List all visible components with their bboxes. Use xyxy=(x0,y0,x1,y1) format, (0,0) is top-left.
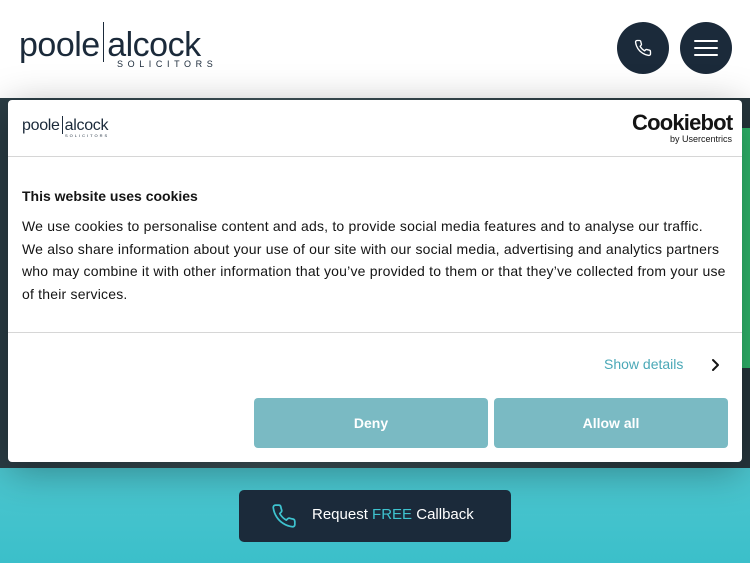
phone-icon xyxy=(634,39,652,57)
chevron-right-icon[interactable] xyxy=(708,358,722,372)
cookie-consent-dialog: poole alcock SOLICITORS Cookiebot by User… xyxy=(8,100,742,462)
free-highlight: FREE xyxy=(372,506,413,523)
request-callback-button[interactable]: Request FREE Callback xyxy=(239,490,511,542)
logo-subtitle: SOLICITORS xyxy=(117,59,218,69)
phone-icon xyxy=(272,504,296,528)
cookie-logo-subtitle: SOLICITORS xyxy=(65,133,110,138)
hamburger-icon xyxy=(694,35,718,61)
deny-button[interactable]: Deny xyxy=(254,398,488,448)
cookie-dialog-header: poole alcock SOLICITORS Cookiebot by User… xyxy=(8,100,742,157)
callback-label: Request FREE Callback xyxy=(312,506,474,523)
site-logo[interactable]: poole alcock SOLICITORS xyxy=(19,22,219,72)
cookiebot-wordmark: Cookiebot xyxy=(632,110,733,135)
menu-button[interactable] xyxy=(680,22,732,74)
cookiebot-logo[interactable]: Cookiebot by Usercentrics xyxy=(632,110,733,146)
call-button[interactable] xyxy=(617,22,669,74)
divider xyxy=(8,332,742,333)
allow-all-button[interactable]: Allow all xyxy=(494,398,728,448)
cookie-dialog-logo: poole alcock SOLICITORS xyxy=(22,116,122,140)
show-details-link[interactable]: Show details xyxy=(604,356,683,372)
cookie-dialog-title: This website uses cookies xyxy=(22,188,198,204)
site-header: poole alcock SOLICITORS xyxy=(0,0,750,98)
cookiebot-byline: by Usercentrics xyxy=(669,134,732,144)
cookie-dialog-text: We use cookies to personalise content an… xyxy=(22,218,726,302)
